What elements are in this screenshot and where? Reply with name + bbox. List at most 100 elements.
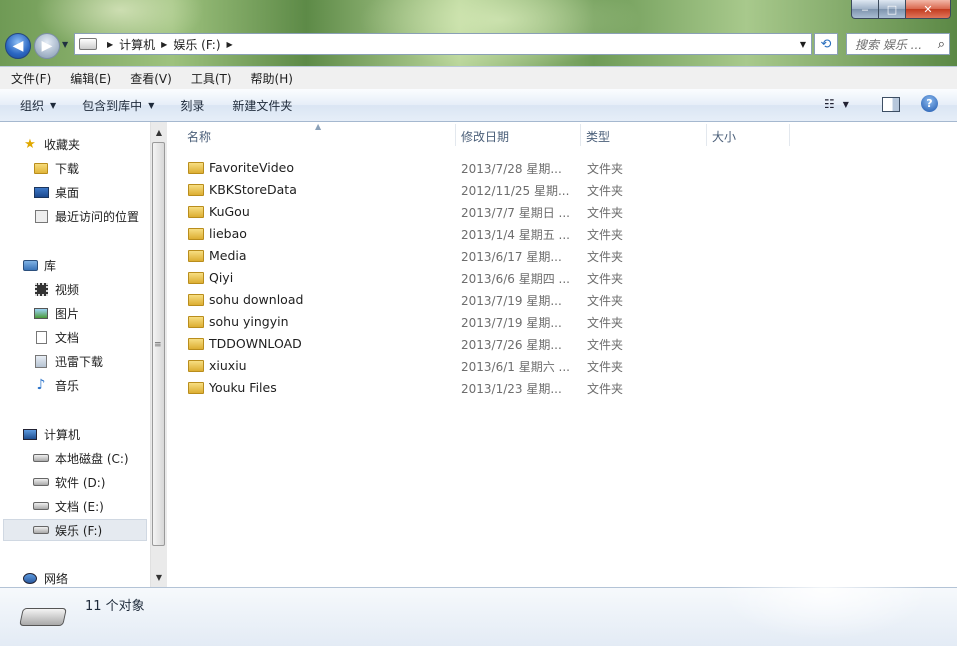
search-icon[interactable]: ⌕ — [938, 37, 945, 52]
table-row[interactable]: KuGou 2013/7/7 星期日 ... 文件夹 — [185, 201, 635, 223]
file-list: ▲ 名称 修改日期 类型 大小 FavoriteVideo 2013/7/28 星… — [167, 122, 957, 587]
nav-item-documents[interactable]: 文档 — [33, 327, 79, 347]
nav-item-label: 视频 — [55, 282, 80, 297]
breadcrumb-computer[interactable]: 计算机 — [119, 36, 155, 53]
nav-scrollbar[interactable]: ▲ ≡ ▼ — [150, 122, 167, 587]
nav-network[interactable]: 网络 — [22, 568, 68, 588]
drive-icon — [33, 526, 49, 534]
system-drive-icon — [33, 454, 49, 462]
nav-item-desktop[interactable]: 桌面 — [33, 182, 79, 202]
table-row[interactable]: sohu download 2013/7/19 星期... 文件夹 — [185, 289, 635, 311]
nav-item-recent-places[interactable]: 最近访问的位置 — [33, 206, 139, 226]
file-type: 文件夹 — [587, 250, 624, 264]
nav-item-music[interactable]: ♪ 音乐 — [33, 375, 79, 395]
menu-file[interactable]: 文件(F) — [0, 70, 59, 87]
column-header-size[interactable]: 大小 — [706, 122, 789, 150]
folder-icon — [188, 272, 204, 284]
table-row[interactable]: Media 2013/6/17 星期... 文件夹 — [185, 245, 635, 267]
close-icon: ✕ — [923, 2, 933, 16]
nav-item-label: 文档 — [55, 330, 80, 345]
nav-libraries[interactable]: 库 — [22, 255, 56, 275]
preview-pane-button[interactable] — [882, 97, 900, 112]
new-folder-button[interactable]: 新建文件夹 — [222, 97, 302, 114]
item-count: 11 个对象 — [85, 599, 145, 614]
nav-item-downloads[interactable]: 下载 — [33, 158, 79, 178]
menu-view[interactable]: 查看(V) — [119, 70, 180, 87]
search-input[interactable]: 搜索 娱乐 ... ⌕ — [846, 33, 950, 55]
file-type: 文件夹 — [587, 272, 624, 286]
file-name: sohu download — [209, 292, 304, 307]
address-bar[interactable]: ▶ 计算机 ▶ 娱乐 (F:) ▶ ▼ — [74, 33, 812, 55]
table-row[interactable]: xiuxiu 2013/6/1 星期六 ... 文件夹 — [185, 355, 635, 377]
maximize-button[interactable]: □ — [879, 0, 906, 19]
change-view-button[interactable]: ☷ ▼ — [824, 97, 849, 111]
music-icon: ♪ — [36, 377, 46, 393]
refresh-button[interactable]: ⟲ — [814, 33, 838, 55]
file-modified: 2013/7/7 星期日 ... — [461, 206, 570, 220]
nav-favorites[interactable]: ★ 收藏夹 — [22, 134, 80, 154]
column-header-name[interactable]: 名称 — [181, 122, 455, 150]
nav-item-drive-d[interactable]: 软件 (D:) — [33, 472, 105, 492]
drive-icon — [33, 502, 49, 510]
back-button[interactable]: ◀ — [5, 33, 31, 59]
scroll-up-icon[interactable]: ▲ — [151, 124, 167, 140]
breadcrumb-drive-f[interactable]: 娱乐 (F:) — [173, 36, 220, 53]
address-dropdown-icon[interactable]: ▼ — [800, 40, 806, 49]
nav-item-drive-c[interactable]: 本地磁盘 (C:) — [33, 448, 129, 468]
nav-item-drive-e[interactable]: 文档 (E:) — [33, 496, 104, 516]
new-folder-label: 新建文件夹 — [232, 98, 293, 113]
folder-icon — [188, 382, 204, 394]
help-button[interactable]: ? — [921, 95, 938, 112]
burn-button[interactable]: 刻录 — [170, 97, 214, 114]
file-modified: 2013/7/26 星期... — [461, 338, 562, 352]
scroll-down-icon[interactable]: ▼ — [151, 569, 167, 585]
column-header-type[interactable]: 类型 — [580, 122, 706, 150]
chevron-right-icon[interactable]: ▶ — [107, 40, 113, 49]
close-button[interactable]: ✕ — [906, 0, 951, 19]
column-header-modified[interactable]: 修改日期 — [455, 122, 580, 150]
file-name: KuGou — [209, 204, 250, 219]
chevron-right-icon[interactable]: ▶ — [161, 40, 167, 49]
table-row[interactable]: Youku Files 2013/1/23 星期... 文件夹 — [185, 377, 635, 399]
nav-item-videos[interactable]: 视频 — [33, 279, 79, 299]
nav-computer[interactable]: 计算机 — [22, 424, 80, 444]
document-icon — [35, 330, 47, 344]
file-type: 文件夹 — [587, 228, 624, 242]
menu-edit[interactable]: 编辑(E) — [59, 70, 119, 87]
nav-item-label: 软件 (D:) — [55, 475, 106, 490]
nav-computer-label: 计算机 — [44, 427, 81, 442]
file-name: Media — [209, 248, 247, 263]
organize-label: 组织 — [20, 98, 45, 113]
folder-icon — [188, 294, 204, 306]
navigation-pane: ★ 收藏夹 下载 桌面 最近访问的位置 库 视频 图片 文档 迅雷下载 ♪ 音乐 计… — [0, 122, 150, 587]
minimize-icon: ‒ — [861, 2, 869, 16]
nav-item-pictures[interactable]: 图片 — [33, 303, 79, 323]
drive-icon — [33, 478, 49, 486]
table-row[interactable]: FavoriteVideo 2013/7/28 星期... 文件夹 — [185, 157, 635, 179]
nav-item-label: 迅雷下载 — [55, 354, 104, 369]
nav-item-thunder-downloads[interactable]: 迅雷下载 — [33, 351, 103, 371]
details-pane: 11 个对象 — [0, 587, 957, 646]
file-type: 文件夹 — [587, 206, 624, 220]
drive-icon — [79, 38, 97, 50]
menu-help[interactable]: 帮助(H) — [240, 70, 301, 87]
forward-button[interactable]: ▶ — [34, 33, 60, 59]
folder-icon — [188, 250, 204, 262]
table-row[interactable]: KBKStoreData 2012/11/25 星期... 文件夹 — [185, 179, 635, 201]
table-row[interactable]: Qiyi 2013/6/6 星期四 ... 文件夹 — [185, 267, 635, 289]
chevron-right-icon[interactable]: ▶ — [227, 40, 233, 49]
table-row[interactable]: TDDOWNLOAD 2013/7/26 星期... 文件夹 — [185, 333, 635, 355]
file-modified: 2013/7/19 星期... — [461, 316, 562, 330]
back-arrow-icon: ◀ — [12, 38, 24, 54]
menu-tools[interactable]: 工具(T) — [180, 70, 240, 87]
nav-item-drive-f[interactable]: 娱乐 (F:) — [33, 520, 102, 540]
recent-pages-dropdown[interactable]: ▼ — [62, 40, 68, 49]
file-type: 文件夹 — [587, 294, 624, 308]
organize-button[interactable]: 组织 ▼ — [10, 97, 66, 114]
minimize-button[interactable]: ‒ — [851, 0, 879, 19]
table-row[interactable]: sohu yingyin 2013/7/19 星期... 文件夹 — [185, 311, 635, 333]
column-divider[interactable] — [789, 124, 790, 146]
nav-item-label: 下载 — [55, 161, 80, 176]
include-in-library-button[interactable]: 包含到库中 ▼ — [72, 97, 164, 114]
table-row[interactable]: liebao 2013/1/4 星期五 ... 文件夹 — [185, 223, 635, 245]
